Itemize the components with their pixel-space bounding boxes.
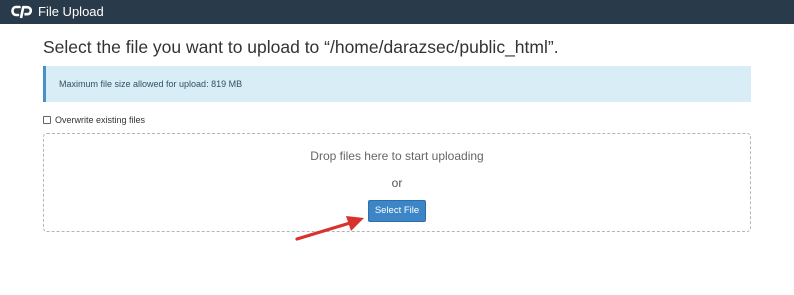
page-heading: Select the file you want to upload to “/… <box>43 37 559 57</box>
max-size-alert: Maximum file size allowed for upload: 81… <box>43 66 751 102</box>
file-drop-zone[interactable]: Drop files here to start uploading or Se… <box>43 133 751 232</box>
cpanel-logo-icon <box>11 5 33 19</box>
drop-instructions: Drop files here to start uploading <box>310 149 484 163</box>
max-size-alert-text: Maximum file size allowed for upload: 81… <box>59 79 243 89</box>
select-file-button[interactable]: Select File <box>368 200 426 222</box>
header-bar: File Upload <box>0 0 794 24</box>
overwrite-option[interactable]: Overwrite existing files <box>43 114 145 126</box>
or-separator: or <box>391 176 403 190</box>
overwrite-checkbox[interactable] <box>43 116 51 124</box>
header-title: File Upload <box>38 4 104 19</box>
overwrite-label[interactable]: Overwrite existing files <box>55 115 145 125</box>
